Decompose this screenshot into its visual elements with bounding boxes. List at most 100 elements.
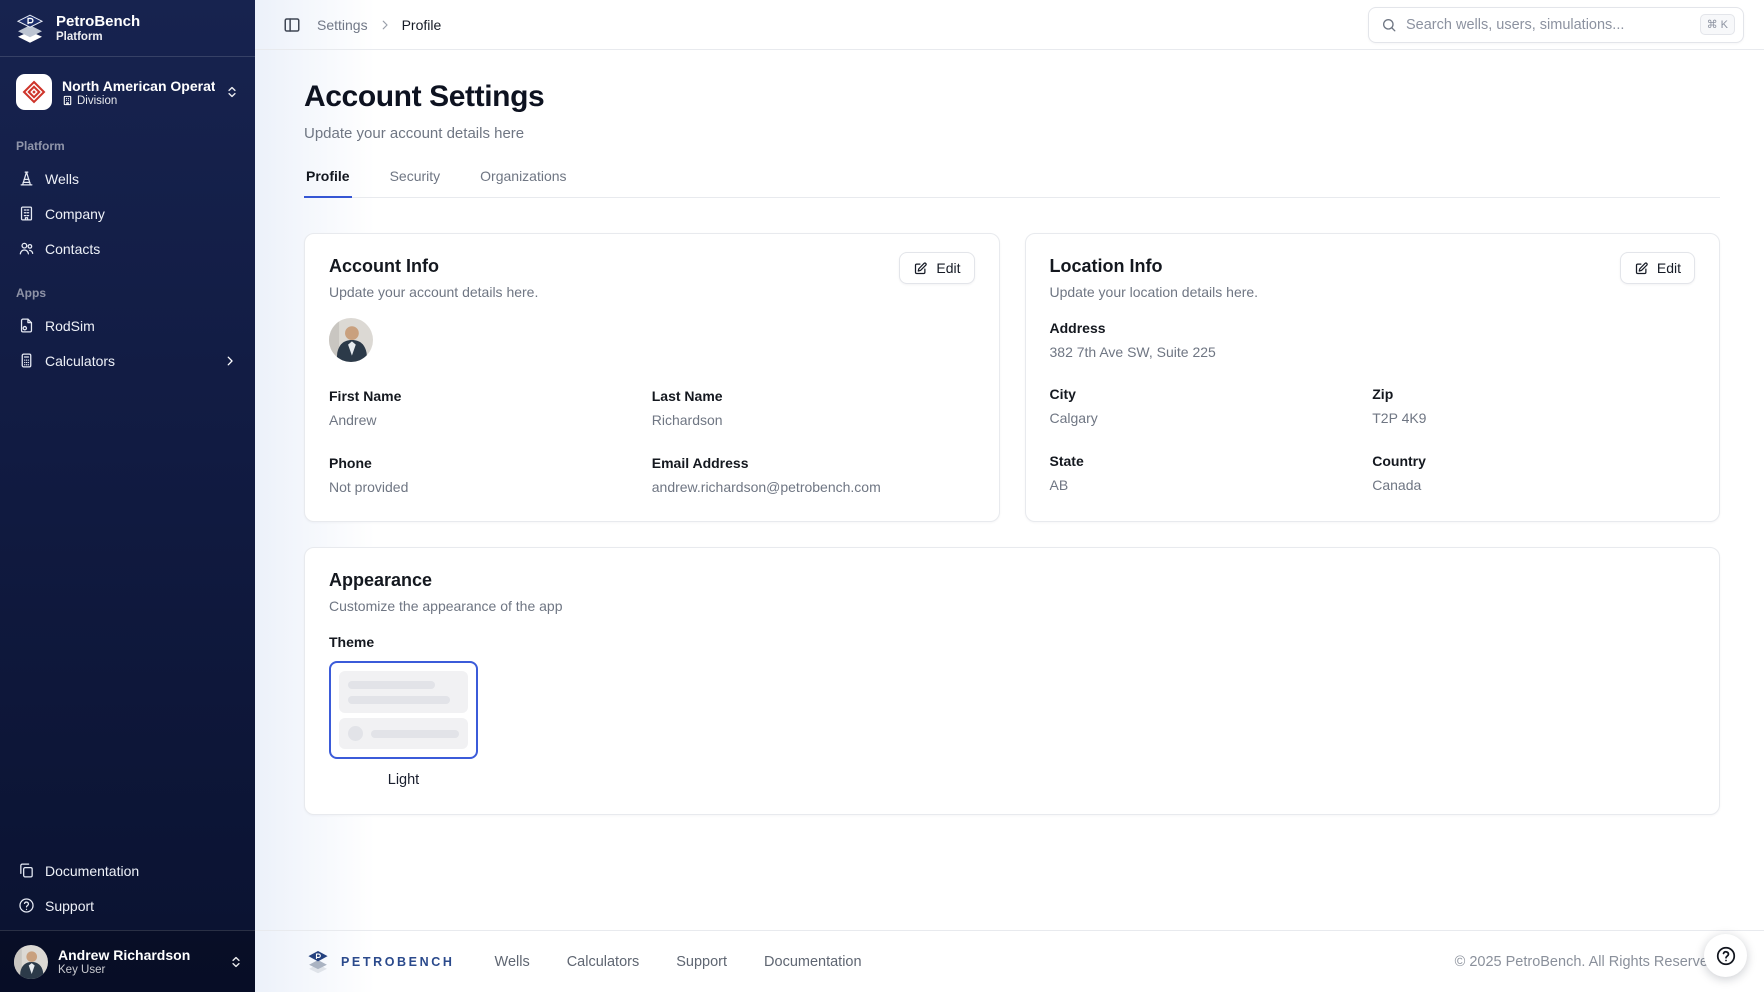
field-value: Canada bbox=[1372, 477, 1695, 493]
edit-account-button[interactable]: Edit bbox=[899, 252, 974, 284]
field-city: City Calgary bbox=[1050, 386, 1373, 426]
info-cards-row: Account Info Update your account details… bbox=[304, 233, 1720, 522]
copyright: © 2025 PetroBench. All Rights Reserved. bbox=[1455, 954, 1720, 970]
tab-organizations[interactable]: Organizations bbox=[478, 168, 568, 198]
org-type: Division bbox=[62, 95, 215, 107]
field-label: Zip bbox=[1372, 386, 1695, 402]
field-label: State bbox=[1050, 453, 1373, 469]
brand-text: PetroBench Platform bbox=[56, 13, 140, 43]
edit-label: Edit bbox=[1657, 260, 1681, 276]
field-label: First Name bbox=[329, 388, 652, 404]
calculator-icon bbox=[18, 352, 35, 369]
account-info-card: Account Info Update your account details… bbox=[304, 233, 1000, 522]
field-label: Country bbox=[1372, 453, 1695, 469]
chevron-up-down-icon bbox=[229, 955, 243, 969]
edit-location-button[interactable]: Edit bbox=[1620, 252, 1695, 284]
breadcrumb: Settings Profile bbox=[317, 17, 441, 33]
page-subtitle: Update your account details here bbox=[304, 125, 1720, 142]
card-subtitle: Customize the appearance of the app bbox=[329, 598, 1695, 614]
sidebar-item-contacts[interactable]: Contacts bbox=[8, 232, 247, 265]
breadcrumb-profile: Profile bbox=[402, 17, 442, 33]
main-area: Settings Profile ⌘ K Account Settings Up… bbox=[255, 0, 1764, 992]
petrobench-diamond-icon bbox=[304, 949, 332, 975]
field-address: Address 382 7th Ave SW, Suite 225 bbox=[1050, 320, 1696, 360]
footer-link-calculators[interactable]: Calculators bbox=[567, 954, 640, 970]
field-value: Richardson bbox=[652, 412, 975, 428]
user-name: Andrew Richardson bbox=[58, 947, 219, 963]
oil-derrick-icon bbox=[18, 170, 35, 187]
account-fields: First Name Andrew Last Name Richardson P… bbox=[329, 388, 975, 495]
sidebar-item-company[interactable]: Company bbox=[8, 197, 247, 230]
chevron-up-down-icon bbox=[225, 85, 239, 99]
sidebar-item-documentation[interactable]: Documentation bbox=[8, 854, 247, 887]
footer-logo[interactable]: PETROBENCH bbox=[304, 949, 455, 975]
field-value: Andrew bbox=[329, 412, 652, 428]
footer-link-wells[interactable]: Wells bbox=[495, 954, 530, 970]
field-email: Email Address andrew.richardson@petroben… bbox=[652, 455, 975, 495]
nav-section-apps: Apps bbox=[0, 266, 255, 308]
chevron-right-icon bbox=[223, 354, 237, 368]
search-icon bbox=[1381, 17, 1397, 33]
sidebar-spacer bbox=[0, 378, 255, 853]
users-icon bbox=[18, 240, 35, 257]
page-title: Account Settings bbox=[304, 80, 1720, 114]
field-last-name: Last Name Richardson bbox=[652, 388, 975, 428]
footer-link-support[interactable]: Support bbox=[676, 954, 727, 970]
breadcrumb-settings[interactable]: Settings bbox=[317, 17, 368, 33]
sidebar-item-label: Wells bbox=[45, 171, 79, 187]
edit-pencil-icon bbox=[913, 261, 928, 276]
sidebar-item-label: Documentation bbox=[45, 863, 139, 879]
help-fab-button[interactable] bbox=[1704, 934, 1747, 977]
file-gear-icon bbox=[18, 317, 35, 334]
footer-link-documentation[interactable]: Documentation bbox=[764, 954, 862, 970]
org-switcher[interactable]: North American Operations Division bbox=[8, 67, 247, 117]
sidebar-item-label: Support bbox=[45, 898, 94, 914]
sidebar-item-calculators[interactable]: Calculators bbox=[8, 344, 247, 377]
sidebar-item-wells[interactable]: Wells bbox=[8, 162, 247, 195]
user-menu[interactable]: Andrew Richardson Key User bbox=[0, 930, 255, 992]
help-circle-icon bbox=[18, 897, 35, 914]
theme-label: Theme bbox=[329, 634, 1695, 650]
tab-security[interactable]: Security bbox=[388, 168, 443, 198]
sidebar-item-label: Company bbox=[45, 206, 105, 222]
org-logo-icon bbox=[16, 74, 52, 110]
sidebar: PetroBench Platform North American Opera… bbox=[0, 0, 255, 992]
field-label: Last Name bbox=[652, 388, 975, 404]
org-name: North American Operations bbox=[62, 78, 215, 94]
theme-preview-light[interactable] bbox=[329, 661, 478, 759]
sidebar-item-support[interactable]: Support bbox=[8, 889, 247, 922]
search-input[interactable] bbox=[1406, 17, 1691, 33]
edit-label: Edit bbox=[936, 260, 960, 276]
sidebar-item-rodsim[interactable]: RodSim bbox=[8, 309, 247, 342]
user-text: Andrew Richardson Key User bbox=[58, 947, 219, 976]
sidebar-item-label: Contacts bbox=[45, 241, 100, 257]
field-value: 382 7th Ave SW, Suite 225 bbox=[1050, 344, 1696, 360]
profile-photo bbox=[329, 318, 373, 362]
field-value: Not provided bbox=[329, 479, 652, 495]
field-value: Calgary bbox=[1050, 410, 1373, 426]
brand-subtitle: Platform bbox=[56, 31, 140, 43]
field-phone: Phone Not provided bbox=[329, 455, 652, 495]
global-search[interactable]: ⌘ K bbox=[1368, 7, 1744, 43]
field-value: andrew.richardson@petrobench.com bbox=[652, 479, 975, 495]
org-type-label: Division bbox=[77, 95, 117, 107]
org-text: North American Operations Division bbox=[62, 78, 215, 107]
card-title: Location Info bbox=[1050, 256, 1696, 277]
card-subtitle: Update your account details here. bbox=[329, 284, 975, 300]
card-title: Appearance bbox=[329, 570, 1695, 591]
theme-caption: Light bbox=[329, 772, 478, 788]
chevron-right-icon bbox=[378, 18, 392, 32]
theme-skeleton-block bbox=[339, 718, 468, 749]
theme-option-light[interactable]: Light bbox=[329, 661, 478, 788]
page-footer: PETROBENCH Wells Calculators Support Doc… bbox=[255, 930, 1764, 992]
sidebar-toggle-icon[interactable] bbox=[279, 12, 305, 38]
tab-profile[interactable]: Profile bbox=[304, 168, 352, 198]
app-root: PetroBench Platform North American Opera… bbox=[0, 0, 1764, 992]
brand-header[interactable]: PetroBench Platform bbox=[0, 0, 255, 57]
footer-wordmark: PETROBENCH bbox=[341, 955, 455, 969]
field-zip: Zip T2P 4K9 bbox=[1372, 386, 1695, 426]
field-label: City bbox=[1050, 386, 1373, 402]
field-label: Address bbox=[1050, 320, 1696, 336]
keyboard-shortcut-badge: ⌘ K bbox=[1700, 14, 1735, 35]
appearance-card: Appearance Customize the appearance of t… bbox=[304, 547, 1720, 815]
